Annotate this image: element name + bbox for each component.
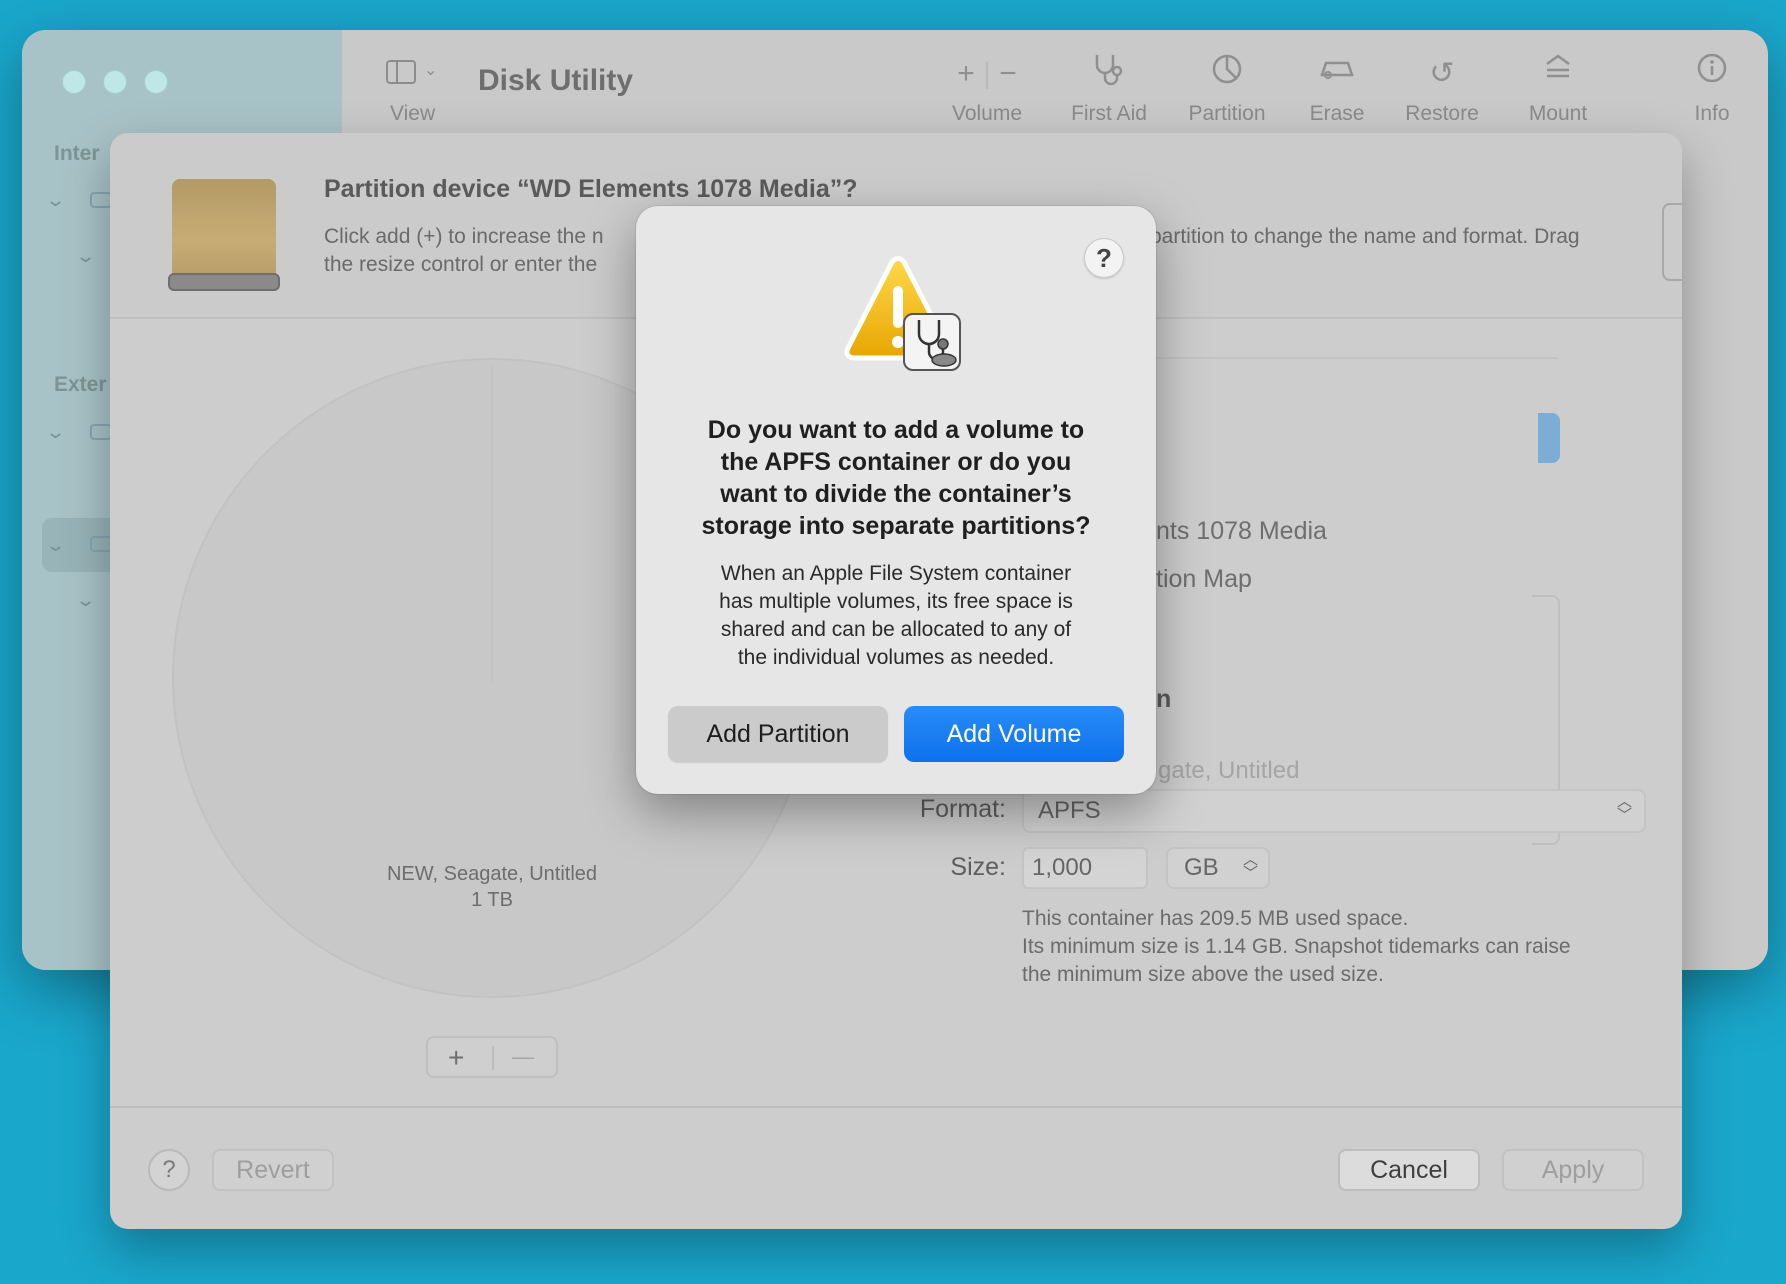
size-input[interactable]: 1,000 <box>1022 847 1148 889</box>
window-controls <box>62 70 168 94</box>
device-name-text: nts 1078 Media <box>1156 517 1327 545</box>
apply-button[interactable]: Apply <box>1502 1149 1644 1191</box>
partition-scheme-text: tion Map <box>1156 565 1252 593</box>
remove-partition-button[interactable]: — <box>512 1044 534 1070</box>
up-down-chevron-icon: ︿ ﹀ <box>1242 851 1258 882</box>
info-button[interactable]: Info <box>1672 52 1752 126</box>
header-field-edge <box>1662 203 1682 281</box>
partition-section-heading: n <box>1156 685 1172 713</box>
size-note: This container has 209.5 MB used space. … <box>1022 907 1571 986</box>
mount-icon <box>1508 52 1608 96</box>
up-down-chevron-icon: ︿ ﹀ <box>1616 793 1632 824</box>
add-remove-partition-control: + — <box>426 1036 558 1078</box>
alert-message: When an Apple File System container has … <box>719 562 1073 669</box>
eraser-icon <box>1292 52 1382 96</box>
format-label: Format: <box>919 795 1006 823</box>
restore-button[interactable]: ↺ Restore <box>1392 52 1492 126</box>
alert-help-button[interactable]: ? <box>1084 238 1124 278</box>
view-label: View <box>390 102 436 125</box>
sheet-title: Partition device “WD Elements 1078 Media… <box>324 175 858 203</box>
add-volume-alert: ? Do you want to add a volume to the APF… <box>636 206 1156 794</box>
sidebar-section-external: Exter <box>54 373 107 396</box>
pie-divider-line <box>491 365 493 683</box>
zoom-window-button[interactable] <box>144 70 168 94</box>
alert-title: Do you want to add a volume to the APFS … <box>701 416 1091 540</box>
external-drive-icon <box>168 179 280 291</box>
restore-arrow-icon: ↺ <box>1429 57 1455 90</box>
view-button[interactable]: ⌄ <box>386 60 437 89</box>
info-icon <box>1672 52 1752 96</box>
size-label: Size: <box>950 853 1006 881</box>
footer-divider <box>110 1106 1682 1108</box>
sidebar-section-internal: Inter <box>54 142 100 165</box>
chevron-down-icon[interactable]: ⌄ <box>45 190 66 211</box>
add-partition-button[interactable]: Add Partition <box>668 706 888 762</box>
stethoscope-icon <box>1054 52 1164 96</box>
partition-button[interactable]: Partition <box>1172 52 1282 126</box>
cancel-button[interactable]: Cancel <box>1338 1149 1480 1191</box>
chevron-down-icon[interactable]: ⌄ <box>45 535 66 556</box>
add-volume-button[interactable]: Add Volume <box>904 706 1124 762</box>
pie-chart-icon <box>1172 52 1282 96</box>
minimize-window-button[interactable] <box>103 70 127 94</box>
revert-button[interactable]: Revert <box>212 1149 334 1191</box>
volume-button[interactable]: + | − Volume <box>942 52 1032 126</box>
app-title: Disk Utility <box>478 64 634 97</box>
sidebar-toggle-icon <box>386 60 416 84</box>
chevron-down-icon[interactable]: ⌄ <box>75 246 96 267</box>
add-partition-button[interactable]: + <box>448 1042 464 1074</box>
help-button[interactable]: ? <box>148 1149 190 1191</box>
pie-partition-label: NEW, Seagate, Untitled 1 TB <box>386 863 598 911</box>
warning-triangle-with-first-aid-icon <box>834 256 964 376</box>
mount-button[interactable]: Mount <box>1508 52 1608 126</box>
disk-icon <box>90 536 112 552</box>
disk-icon <box>90 424 112 440</box>
format-select[interactable]: APFS ︿ ﹀ <box>1022 789 1646 833</box>
size-unit-select[interactable]: GB ︿ ﹀ <box>1166 847 1270 889</box>
close-window-button[interactable] <box>62 70 86 94</box>
first-aid-button[interactable]: First Aid <box>1054 52 1164 126</box>
disk-icon <box>90 192 112 208</box>
chevron-down-icon[interactable]: ⌄ <box>75 590 96 611</box>
selected-item-highlight <box>1538 413 1560 463</box>
plus-minus-icon: + | − <box>957 57 1017 90</box>
chevron-down-icon[interactable]: ⌄ <box>45 422 66 443</box>
toolbar: ⌄ View Disk Utility + | − Volume First A… <box>342 30 1768 135</box>
erase-button[interactable]: Erase <box>1292 52 1382 126</box>
chevron-down-icon: ⌄ <box>424 62 438 79</box>
